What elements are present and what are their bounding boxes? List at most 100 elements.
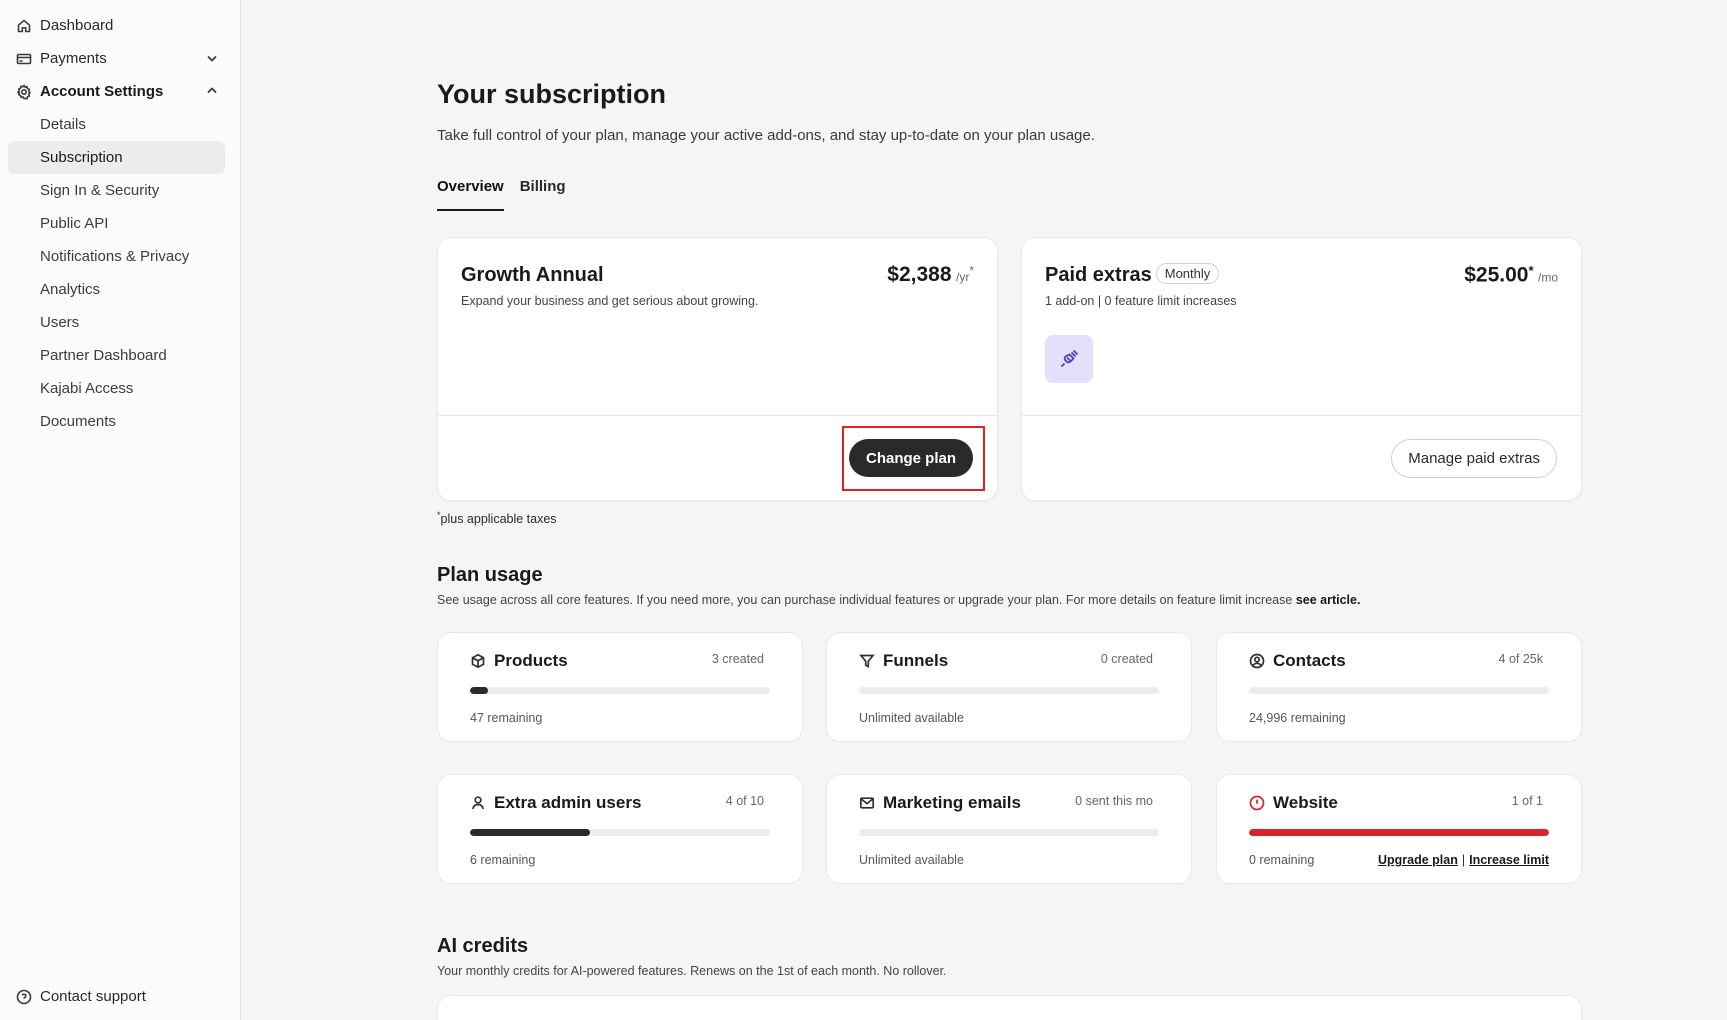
plan-usage-title: Plan usage bbox=[437, 564, 543, 586]
sidebar-item-sign-in-security[interactable]: Sign In & Security bbox=[8, 174, 225, 207]
plan-description: Expand your business and get serious abo… bbox=[461, 294, 759, 308]
chevron-up-icon[interactable] bbox=[205, 84, 219, 98]
usage-count: 3 created bbox=[711, 652, 764, 666]
sidebar-item-kajabi-access[interactable]: Kajabi Access bbox=[8, 372, 225, 405]
usage-card-products: Products 3 created 47 remaining bbox=[437, 632, 803, 742]
ai-credits-subtitle: Your monthly credits for AI-powered feat… bbox=[437, 964, 947, 978]
sidebar-item-public-api[interactable]: Public API bbox=[8, 207, 225, 240]
usage-card-funnels: Funnels 0 created Unlimited available bbox=[826, 632, 1192, 742]
increase-limit-link[interactable]: Increase limit bbox=[1469, 853, 1549, 867]
usage-card-header: Website bbox=[1249, 793, 1338, 813]
website-limit-links: Upgrade plan | Increase limit bbox=[1378, 853, 1549, 867]
contact-support-link[interactable]: Contact support bbox=[16, 988, 146, 1005]
paid-extras-price-period: /mo bbox=[1537, 270, 1558, 285]
usage-name: Website bbox=[1273, 793, 1338, 812]
usage-bar bbox=[859, 687, 1159, 694]
page-subtitle: Take full control of your plan, manage y… bbox=[437, 127, 1095, 144]
usage-card-extra-admin-users: Extra admin users 4 of 10 6 remaining bbox=[437, 774, 803, 884]
credit-card-icon bbox=[16, 51, 32, 67]
paid-extras-description: 1 add-on | 0 feature limit increases bbox=[1045, 294, 1237, 308]
usage-name: Extra admin users bbox=[494, 793, 642, 812]
gear-icon bbox=[16, 83, 32, 100]
usage-card-header: Marketing emails bbox=[859, 793, 1021, 813]
plan-usage-subtitle-text: See usage across all core features. If y… bbox=[437, 593, 1296, 607]
sidebar: Dashboard Payments Account Settings Deta… bbox=[0, 0, 241, 1020]
usage-count: 0 sent this mo bbox=[1075, 794, 1153, 808]
usage-bar bbox=[1249, 687, 1549, 694]
tax-note-text: plus applicable taxes bbox=[440, 512, 557, 527]
usage-remaining: Unlimited available bbox=[859, 711, 964, 725]
plan-price-period: /yr bbox=[955, 270, 970, 284]
usage-bar bbox=[470, 829, 770, 836]
usage-name: Marketing emails bbox=[883, 793, 1021, 812]
usage-remaining: 24,996 remaining bbox=[1249, 711, 1346, 725]
plan-name: Growth Annual bbox=[461, 264, 604, 286]
paid-extras-price-amount: $25.00 bbox=[1464, 263, 1529, 287]
usage-card-header: Products bbox=[470, 651, 568, 671]
plan-price: $2,388 /yr* bbox=[887, 263, 974, 287]
usage-bar-fill bbox=[1249, 829, 1549, 836]
help-circle-icon bbox=[16, 989, 32, 1004]
upgrade-plan-link[interactable]: Upgrade plan bbox=[1378, 853, 1458, 867]
usage-bar bbox=[1249, 829, 1549, 836]
sidebar-item-label: Dashboard bbox=[40, 17, 114, 34]
usage-card-marketing-emails: Marketing emails 0 sent this mo Unlimite… bbox=[826, 774, 1192, 884]
contact-icon bbox=[1249, 653, 1265, 669]
tab-overview[interactable]: Overview bbox=[437, 178, 504, 211]
usage-card-contacts: Contacts 4 of 25k 24,996 remaining bbox=[1216, 632, 1582, 742]
paid-extras-title-text: Paid extras bbox=[1045, 264, 1152, 286]
plan-usage-subtitle: See usage across all core features. If y… bbox=[437, 593, 1360, 607]
sidebar-item-account-settings[interactable]: Account Settings bbox=[0, 75, 241, 108]
funnel-icon bbox=[859, 654, 875, 668]
card-divider bbox=[438, 415, 997, 416]
highlight-box bbox=[842, 426, 985, 491]
usage-remaining: 0 remaining bbox=[1249, 853, 1315, 867]
sidebar-item-users[interactable]: Users bbox=[8, 306, 225, 339]
chevron-down-icon[interactable] bbox=[205, 51, 219, 65]
paid-extras-card: Paid extras Monthly 1 add-on | 0 feature … bbox=[1021, 237, 1582, 501]
usage-name: Products bbox=[494, 651, 568, 670]
ai-credits-title: AI credits bbox=[437, 935, 529, 957]
see-article-link[interactable]: see article. bbox=[1296, 593, 1361, 607]
tax-note: *plus applicable taxes bbox=[437, 510, 557, 526]
billing-frequency-badge: Monthly bbox=[1155, 263, 1220, 285]
usage-count: 1 of 1 bbox=[1511, 794, 1543, 808]
tab-billing[interactable]: Billing bbox=[520, 178, 566, 211]
usage-card-header: Funnels bbox=[859, 651, 948, 671]
card-divider bbox=[1022, 415, 1581, 416]
usage-card-website: Website 1 of 1 0 remaining Upgrade plan |… bbox=[1216, 774, 1582, 884]
sidebar-item-details[interactable]: Details bbox=[8, 108, 225, 141]
usage-bar bbox=[859, 829, 1159, 836]
sidebar-item-notifications-privacy[interactable]: Notifications & Privacy bbox=[8, 240, 225, 273]
plan-price-asterisk: * bbox=[969, 263, 974, 278]
manage-paid-extras-button[interactable]: Manage paid extras bbox=[1391, 439, 1557, 478]
plan-price-amount: $2,388 bbox=[887, 263, 952, 286]
page-title: Your subscription bbox=[437, 79, 667, 109]
usage-bar-fill bbox=[470, 687, 488, 694]
home-icon bbox=[16, 18, 32, 34]
account-settings-submenu: Details Subscription Sign In & Security … bbox=[0, 108, 241, 438]
plug-icon bbox=[1045, 335, 1093, 383]
usage-remaining: Unlimited available bbox=[859, 853, 964, 867]
usage-card-header: Contacts bbox=[1249, 651, 1346, 671]
tab-bar: Overview Billing bbox=[437, 178, 582, 211]
contact-support-label: Contact support bbox=[40, 988, 146, 1005]
sidebar-item-dashboard[interactable]: Dashboard bbox=[0, 9, 241, 42]
sidebar-item-analytics[interactable]: Analytics bbox=[8, 273, 225, 306]
paid-extras-price: $25.00* /mo bbox=[1464, 263, 1558, 287]
sidebar-nav: Dashboard Payments Account Settings Deta… bbox=[0, 9, 241, 438]
usage-count: 4 of 25k bbox=[1498, 652, 1543, 666]
sidebar-item-label: Account Settings bbox=[40, 83, 164, 100]
usage-card-header: Extra admin users bbox=[470, 793, 641, 813]
sidebar-item-partner-dashboard[interactable]: Partner Dashboard bbox=[8, 339, 225, 372]
usage-count: 4 of 10 bbox=[725, 794, 764, 808]
usage-remaining: 6 remaining bbox=[470, 853, 536, 867]
usage-count: 0 created bbox=[1100, 652, 1153, 666]
sidebar-item-subscription[interactable]: Subscription bbox=[8, 141, 225, 174]
usage-name: Funnels bbox=[883, 651, 949, 670]
sidebar-item-payments[interactable]: Payments bbox=[0, 42, 241, 75]
link-separator: | bbox=[1461, 853, 1466, 867]
usage-bar-fill bbox=[470, 829, 590, 836]
sidebar-item-documents[interactable]: Documents bbox=[8, 405, 225, 438]
ai-credits-card bbox=[437, 995, 1582, 1020]
